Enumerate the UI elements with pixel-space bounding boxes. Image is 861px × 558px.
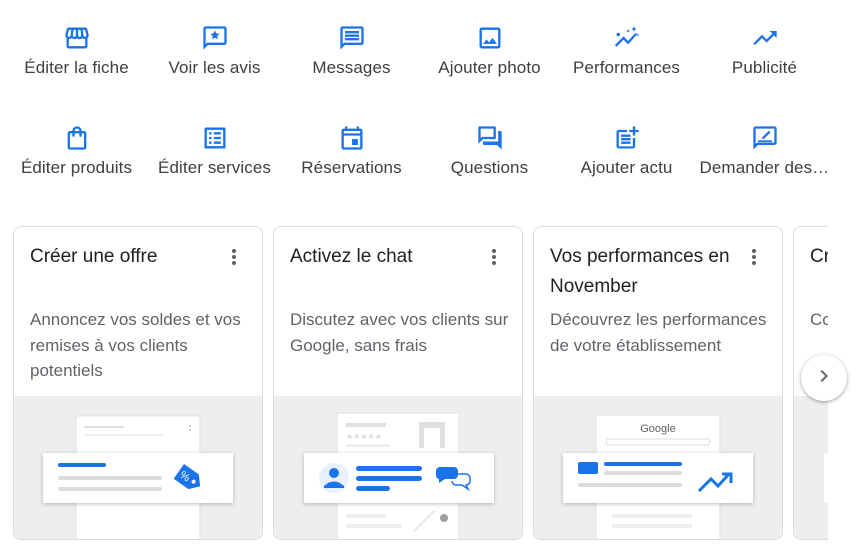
performance-illustration: Google: [534, 396, 782, 539]
quick-actions-grid: Éditer la fiche Voir les avis Messages A…: [0, 0, 861, 210]
card-description: Découvrez les performances de votre étab…: [550, 310, 767, 355]
google-logo: Google: [640, 423, 675, 435]
action-label: Éditer la fiche: [24, 58, 129, 77]
action-label: Éditer produits: [20, 158, 133, 177]
more-vert-icon[interactable]: [222, 245, 246, 269]
card-description: Discutez avec vos clients sur Google, sa…: [290, 310, 509, 355]
action-label: Ajouter actu: [580, 158, 673, 177]
action-label: Performances: [572, 58, 681, 77]
chevron-right-icon: [812, 364, 836, 393]
forum-icon: [476, 124, 504, 152]
list-alt-icon: [201, 124, 229, 152]
action-add-update[interactable]: Ajouter actu: [558, 100, 695, 180]
action-label: Publicité: [731, 58, 798, 77]
action-view-reviews[interactable]: Voir les avis: [146, 0, 283, 80]
review-star-icon: [201, 24, 229, 52]
card-illustration: [794, 396, 828, 539]
action-edit-profile[interactable]: Éditer la fiche: [8, 0, 145, 80]
action-label: Demander des avis: [699, 158, 830, 177]
message-icon: [338, 24, 366, 52]
action-add-photo[interactable]: Ajouter photo: [421, 0, 558, 80]
action-request-reviews[interactable]: Demander des avis: [696, 100, 833, 180]
more-vert-icon[interactable]: [482, 245, 506, 269]
action-edit-services[interactable]: Éditer services: [146, 100, 283, 180]
action-edit-products[interactable]: Éditer produits: [8, 100, 145, 180]
action-label: Éditer services: [158, 158, 271, 177]
action-label: Voir les avis: [168, 58, 261, 77]
action-label: Ajouter photo: [438, 58, 541, 77]
sparkle-trend-icon: [613, 24, 641, 52]
card-description: Co @: [810, 310, 828, 329]
trending-up-icon: [751, 24, 779, 52]
chat-illustration: ★★★★★: [274, 396, 522, 539]
card-title: Créer e-: [810, 246, 828, 267]
card-title: Activez le chat: [290, 246, 413, 267]
card-create-offer[interactable]: Créer une offre Annoncez vos soldes et v…: [13, 226, 263, 540]
rate-review-icon: [751, 124, 779, 152]
photo-icon: [476, 24, 504, 52]
action-questions[interactable]: Questions: [421, 100, 558, 180]
card-monthly-performance[interactable]: Vos performances en November Découvrez l…: [533, 226, 783, 540]
action-bookings[interactable]: Réservations: [283, 100, 420, 180]
svg-text:★★★★★: ★★★★★: [346, 432, 382, 441]
action-label: Réservations: [301, 158, 402, 177]
action-advertising[interactable]: Publicité: [696, 0, 833, 80]
more-vert-icon[interactable]: [742, 245, 766, 269]
card-title: Créer une offre: [30, 246, 158, 267]
action-messages[interactable]: Messages: [283, 0, 420, 80]
action-label: Questions: [450, 158, 529, 177]
carousel-next-button[interactable]: [801, 355, 847, 401]
card-description: Annoncez vos soldes et vos remises à vos…: [30, 310, 241, 380]
post-add-icon: [613, 124, 641, 152]
storefront-icon: [63, 24, 91, 52]
suggestion-cards-carousel: Créer une offre Annoncez vos soldes et v…: [0, 226, 828, 558]
card-activate-chat[interactable]: Activez le chat Discutez avec vos client…: [273, 226, 523, 540]
card-title: Vos performances en November: [550, 246, 730, 297]
calendar-icon: [338, 124, 366, 152]
offer-illustration: %: [14, 396, 262, 539]
action-label: Messages: [312, 58, 391, 77]
shopping-bag-icon: [63, 124, 91, 152]
action-performance[interactable]: Performances: [558, 0, 695, 80]
